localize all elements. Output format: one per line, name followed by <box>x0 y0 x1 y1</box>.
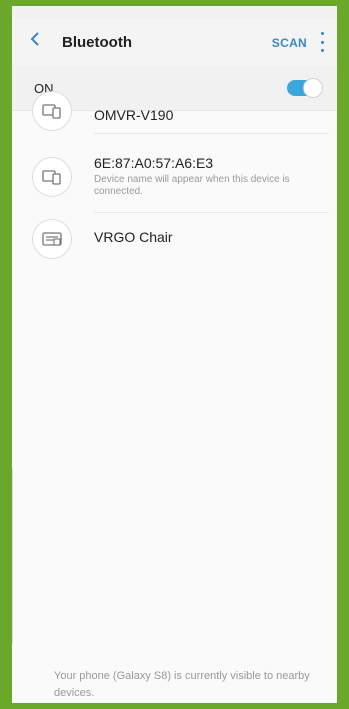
device-name: 6E:87:A0:57:A6:E3 <box>94 155 214 171</box>
device-item-2[interactable]: VRGO Chair <box>12 213 337 263</box>
back-button[interactable] <box>26 31 44 52</box>
more-options-icon[interactable] <box>313 32 331 52</box>
frame-border-left <box>0 0 12 709</box>
phone-device-icon <box>32 157 72 197</box>
bluetooth-toggle-switch[interactable] <box>287 78 323 98</box>
keyboard-device-icon <box>32 219 72 259</box>
phone-device-icon <box>32 91 72 131</box>
phone-screen: Bluetooth SCAN ON OMVR-V190 6E:87:A0:57:… <box>12 6 337 703</box>
visibility-note: Your phone (Galaxy S8) is currently visi… <box>54 670 310 699</box>
status-bar <box>12 6 337 18</box>
frame-border-bottom <box>0 703 349 709</box>
device-item-1[interactable]: 6E:87:A0:57:A6:E3 Device name will appea… <box>12 141 337 213</box>
device-list: OMVR-V190 6E:87:A0:57:A6:E3 Device name … <box>12 91 337 263</box>
toggle-knob <box>303 78 323 98</box>
device-name: VRGO Chair <box>94 229 173 245</box>
chevron-left-icon <box>29 31 41 52</box>
frame-border-right <box>337 0 349 709</box>
device-subtext: Device name will appear when this device… <box>94 174 290 197</box>
app-bar: Bluetooth SCAN <box>12 18 337 66</box>
page-title: Bluetooth <box>62 34 132 51</box>
list-divider <box>94 133 329 134</box>
scroll-edge-line <box>12 468 13 644</box>
device-item-0[interactable]: OMVR-V190 <box>12 91 337 141</box>
scan-button[interactable]: SCAN <box>272 36 307 50</box>
device-name: OMVR-V190 <box>94 107 174 123</box>
